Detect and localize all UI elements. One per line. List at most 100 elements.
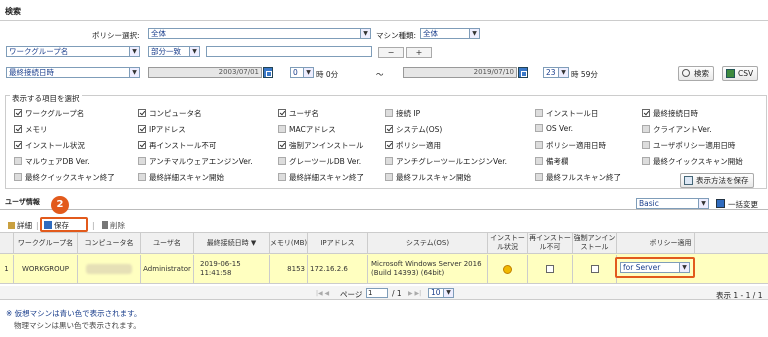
display-option-label: インストール状況	[25, 141, 85, 150]
display-option[interactable]: クライアントVer.	[642, 124, 712, 135]
col-computer[interactable]: コンピュータ名	[78, 233, 141, 253]
checkbox[interactable]	[535, 124, 543, 132]
checkbox[interactable]	[278, 109, 286, 117]
search-value-input[interactable]	[206, 46, 372, 57]
hour-to-select[interactable]: 23 ▼	[543, 67, 569, 78]
checkbox[interactable]	[278, 173, 286, 181]
checkbox[interactable]	[535, 173, 543, 181]
display-option[interactable]: OS Ver.	[535, 124, 573, 133]
col-memory[interactable]: メモリ(MB)	[270, 233, 308, 253]
date-to-input[interactable]: 2019/07/10	[403, 67, 517, 78]
display-option[interactable]: システム(OS)	[385, 124, 442, 135]
display-option[interactable]: 最終フルスキャン終了	[535, 172, 621, 183]
checkbox[interactable]	[642, 141, 650, 149]
display-option[interactable]: グレーツールDB Ver.	[278, 156, 361, 167]
col-user[interactable]: ユーザ名	[141, 233, 194, 253]
checkbox[interactable]	[138, 125, 146, 133]
checkbox[interactable]	[14, 157, 22, 165]
checkbox[interactable]	[138, 141, 146, 149]
col-workgroup[interactable]: ワークグループ名	[14, 233, 78, 253]
match-select[interactable]: 部分一致 ▼	[148, 46, 200, 57]
display-option[interactable]: 最終接続日時	[642, 108, 698, 119]
display-option[interactable]: アンチグレーツールエンジンVer.	[385, 156, 507, 167]
force-uninstall-checkbox[interactable]	[590, 265, 599, 273]
next-page-icon[interactable]: ▶ ▶|	[408, 290, 421, 297]
policy-select[interactable]: 全体 ▼	[148, 28, 371, 39]
checkbox[interactable]	[138, 109, 146, 117]
checkbox[interactable]	[138, 173, 146, 181]
policy-apply-select[interactable]: for Server ▼	[620, 262, 690, 273]
machine-type-select[interactable]: 全体 ▼	[420, 28, 480, 39]
display-option[interactable]: IPアドレス	[138, 124, 186, 135]
view-select[interactable]: Basic ▼	[636, 198, 709, 209]
checkbox[interactable]	[278, 157, 286, 165]
display-option[interactable]: 備考欄	[535, 156, 569, 167]
display-option[interactable]: ユーザ名	[278, 108, 319, 119]
display-option[interactable]: コンピュータ名	[138, 108, 202, 119]
checkbox[interactable]	[385, 109, 393, 117]
save-view-button[interactable]: 表示方法を保存	[680, 173, 754, 188]
display-option[interactable]: 再インストール不可	[138, 140, 216, 151]
checkbox[interactable]	[278, 125, 286, 133]
checkbox[interactable]	[642, 109, 650, 117]
display-option-label: 再インストール不可	[149, 141, 217, 150]
hour-from-select[interactable]: 0 ▼	[290, 67, 314, 78]
col-reinstall[interactable]: 再インストール不可	[528, 233, 573, 253]
calendar-icon[interactable]	[263, 67, 273, 78]
checkbox[interactable]	[385, 125, 393, 133]
checkbox[interactable]	[14, 109, 22, 117]
per-page-select[interactable]: 10 ▼	[428, 288, 454, 298]
date-from-input[interactable]: 2003/07/01	[148, 67, 262, 78]
date-field-select[interactable]: 最終接続日時 ▼	[6, 67, 140, 78]
remove-condition-button[interactable]: −	[378, 47, 404, 58]
col-ip[interactable]: IPアドレス	[308, 233, 368, 253]
display-option[interactable]: ポリシー適用	[385, 140, 441, 151]
display-option[interactable]: 最終詳細スキャン開始	[138, 172, 224, 183]
search-button[interactable]: 検索	[678, 66, 714, 81]
display-option-label: 備考欄	[546, 157, 569, 166]
col-force-uninstall[interactable]: 強制アンインストール	[573, 233, 617, 253]
checkbox[interactable]	[385, 157, 393, 165]
save-button[interactable]: 保存	[40, 217, 88, 232]
checkbox[interactable]	[138, 157, 146, 165]
col-last-connect[interactable]: 最終接続日時 ▼	[194, 233, 270, 253]
display-option[interactable]: 最終フルスキャン開始	[385, 172, 471, 183]
checkbox[interactable]	[278, 141, 286, 149]
checkbox[interactable]	[14, 125, 22, 133]
detail-button[interactable]: 詳細	[8, 220, 32, 231]
field-select[interactable]: ワークグループ名 ▼	[6, 46, 140, 57]
page-input[interactable]: 1	[366, 288, 388, 298]
display-option[interactable]: ワークグループ名	[14, 108, 84, 119]
display-option[interactable]: アンチマルウェアエンジンVer.	[138, 156, 253, 167]
checkbox[interactable]	[535, 141, 543, 149]
display-option[interactable]: メモリ	[14, 124, 48, 135]
display-option[interactable]: ユーザポリシー適用日時	[642, 140, 735, 151]
delete-button[interactable]: 削除	[102, 220, 125, 231]
display-option[interactable]: マルウェアDB Ver.	[14, 156, 90, 167]
col-os[interactable]: システム(OS)	[368, 233, 488, 253]
display-option[interactable]: 接続 IP	[385, 108, 420, 119]
checkbox[interactable]	[642, 157, 650, 165]
first-page-icon[interactable]: |◀ ◀	[316, 290, 329, 297]
csv-button[interactable]: CSV	[722, 66, 759, 81]
checkbox[interactable]	[385, 141, 393, 149]
add-condition-button[interactable]: +	[406, 47, 432, 58]
display-option[interactable]: ポリシー適用日時	[535, 140, 606, 151]
col-install-status[interactable]: インストール状況	[488, 233, 528, 253]
checkbox[interactable]	[535, 109, 543, 117]
display-option[interactable]: MACアドレス	[278, 124, 336, 135]
display-option[interactable]: 強制アンインストール	[278, 140, 364, 151]
checkbox[interactable]	[642, 125, 650, 133]
calendar-icon[interactable]	[518, 67, 528, 78]
display-option[interactable]: 最終クイックスキャン開始	[642, 156, 743, 167]
display-option[interactable]: インストール日	[535, 108, 598, 119]
checkbox[interactable]	[14, 141, 22, 149]
display-option[interactable]: 最終クイックスキャン終了	[14, 172, 115, 183]
display-option[interactable]: インストール状況	[14, 140, 85, 151]
col-policy[interactable]: ポリシー適用	[617, 233, 695, 253]
checkbox[interactable]	[14, 173, 22, 181]
checkbox[interactable]	[385, 173, 393, 181]
reinstall-checkbox[interactable]	[546, 265, 554, 273]
display-option[interactable]: 最終詳細スキャン終了	[278, 172, 364, 183]
checkbox[interactable]	[535, 157, 543, 165]
